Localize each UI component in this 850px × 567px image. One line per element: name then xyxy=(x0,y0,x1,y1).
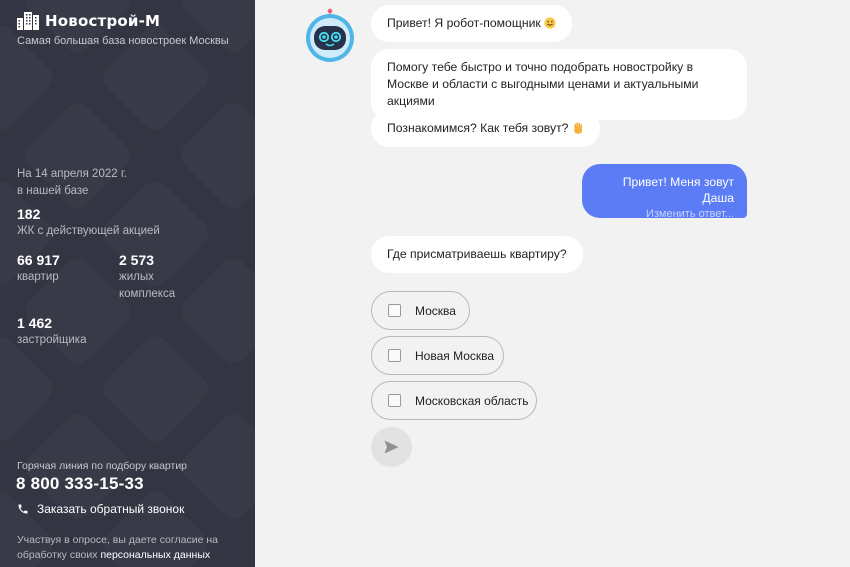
stat-number: 2 573 xyxy=(119,252,155,268)
bot-question: Где присматриваешь квартиру? xyxy=(371,236,583,273)
edit-answer-link[interactable]: Изменить ответ... xyxy=(595,206,734,222)
building-icon xyxy=(17,12,39,30)
user-message: Привет! Меня зовут Даша Изменить ответ..… xyxy=(582,164,747,220)
phone-icon xyxy=(18,504,28,514)
brand-subtitle: Самая большая база новостроек Москвы xyxy=(17,35,229,47)
smile-emoji xyxy=(544,17,556,29)
callback-label: Заказать обратный звонок xyxy=(37,502,185,516)
stats-date-line: На 14 апреля 2022 г. xyxy=(17,168,127,180)
option-moscow-region[interactable]: Московская область xyxy=(371,381,537,420)
option-label: Московская область xyxy=(415,393,529,408)
sidebar: Новострой-М Самая большая база новострое… xyxy=(0,0,255,567)
send-button[interactable] xyxy=(371,427,412,467)
stat-residential-complexes: 2 573 жилых комплекса xyxy=(119,251,175,303)
stat-apartments: 66 917 квартир xyxy=(17,251,60,286)
checkbox[interactable] xyxy=(388,304,401,317)
bot-message-text: Познакомимся? Как тебя зовут? xyxy=(387,121,569,135)
stat-label: жилых xyxy=(119,271,154,283)
option-moscow[interactable]: Москва xyxy=(371,291,470,330)
stats-date-caption: в нашей базе xyxy=(17,185,89,197)
checkbox[interactable] xyxy=(388,349,401,362)
callback-button[interactable]: Заказать обратный звонок xyxy=(17,502,184,516)
stat-label: комплекса xyxy=(119,288,176,300)
stat-label: ЖК с действующей акцией xyxy=(17,225,160,237)
consent-notice: Участвуя в опросе, вы даете согласие на … xyxy=(17,533,232,562)
bot-message: Привет! Я робот-помощник xyxy=(371,5,573,42)
brand-name: Новострой-М xyxy=(45,11,161,30)
chat-area: Привет! Я робот-помощник Помогу тебе быс… xyxy=(255,0,850,567)
robot-avatar xyxy=(306,8,354,62)
send-icon xyxy=(384,440,399,454)
stat-label: застройщика xyxy=(17,334,87,346)
stat-developers: 1 462 застройщика xyxy=(17,314,86,349)
option-label: Новая Москва xyxy=(415,348,495,363)
user-message-text: Привет! Меня зовут Даша xyxy=(622,175,734,205)
hotline-phone[interactable]: 8 800 333-15-33 xyxy=(16,474,144,494)
hotline-label: Горячая линия по подбору квартир xyxy=(17,460,188,472)
raised-hand-emoji xyxy=(574,122,582,134)
option-label: Москва xyxy=(415,303,456,318)
checkbox[interactable] xyxy=(388,394,401,407)
stat-number: 1 462 xyxy=(17,315,53,331)
stat-number: 66 917 xyxy=(17,252,60,268)
option-new-moscow[interactable]: Новая Москва xyxy=(371,336,504,375)
stat-promo-complexes: 182 ЖК с действующей акцией xyxy=(17,205,160,240)
bot-message: Познакомимся? Как тебя зовут? xyxy=(371,110,600,147)
brand-logo[interactable]: Новострой-М xyxy=(17,11,160,30)
stats-date: На 14 апреля 2022 г. в нашей базе xyxy=(17,166,127,200)
privacy-link[interactable]: персональных данных xyxy=(100,549,210,561)
stat-number: 182 xyxy=(17,206,41,222)
stat-label: квартир xyxy=(17,271,59,283)
bot-message-text: Привет! Я робот-помощник xyxy=(387,16,541,30)
